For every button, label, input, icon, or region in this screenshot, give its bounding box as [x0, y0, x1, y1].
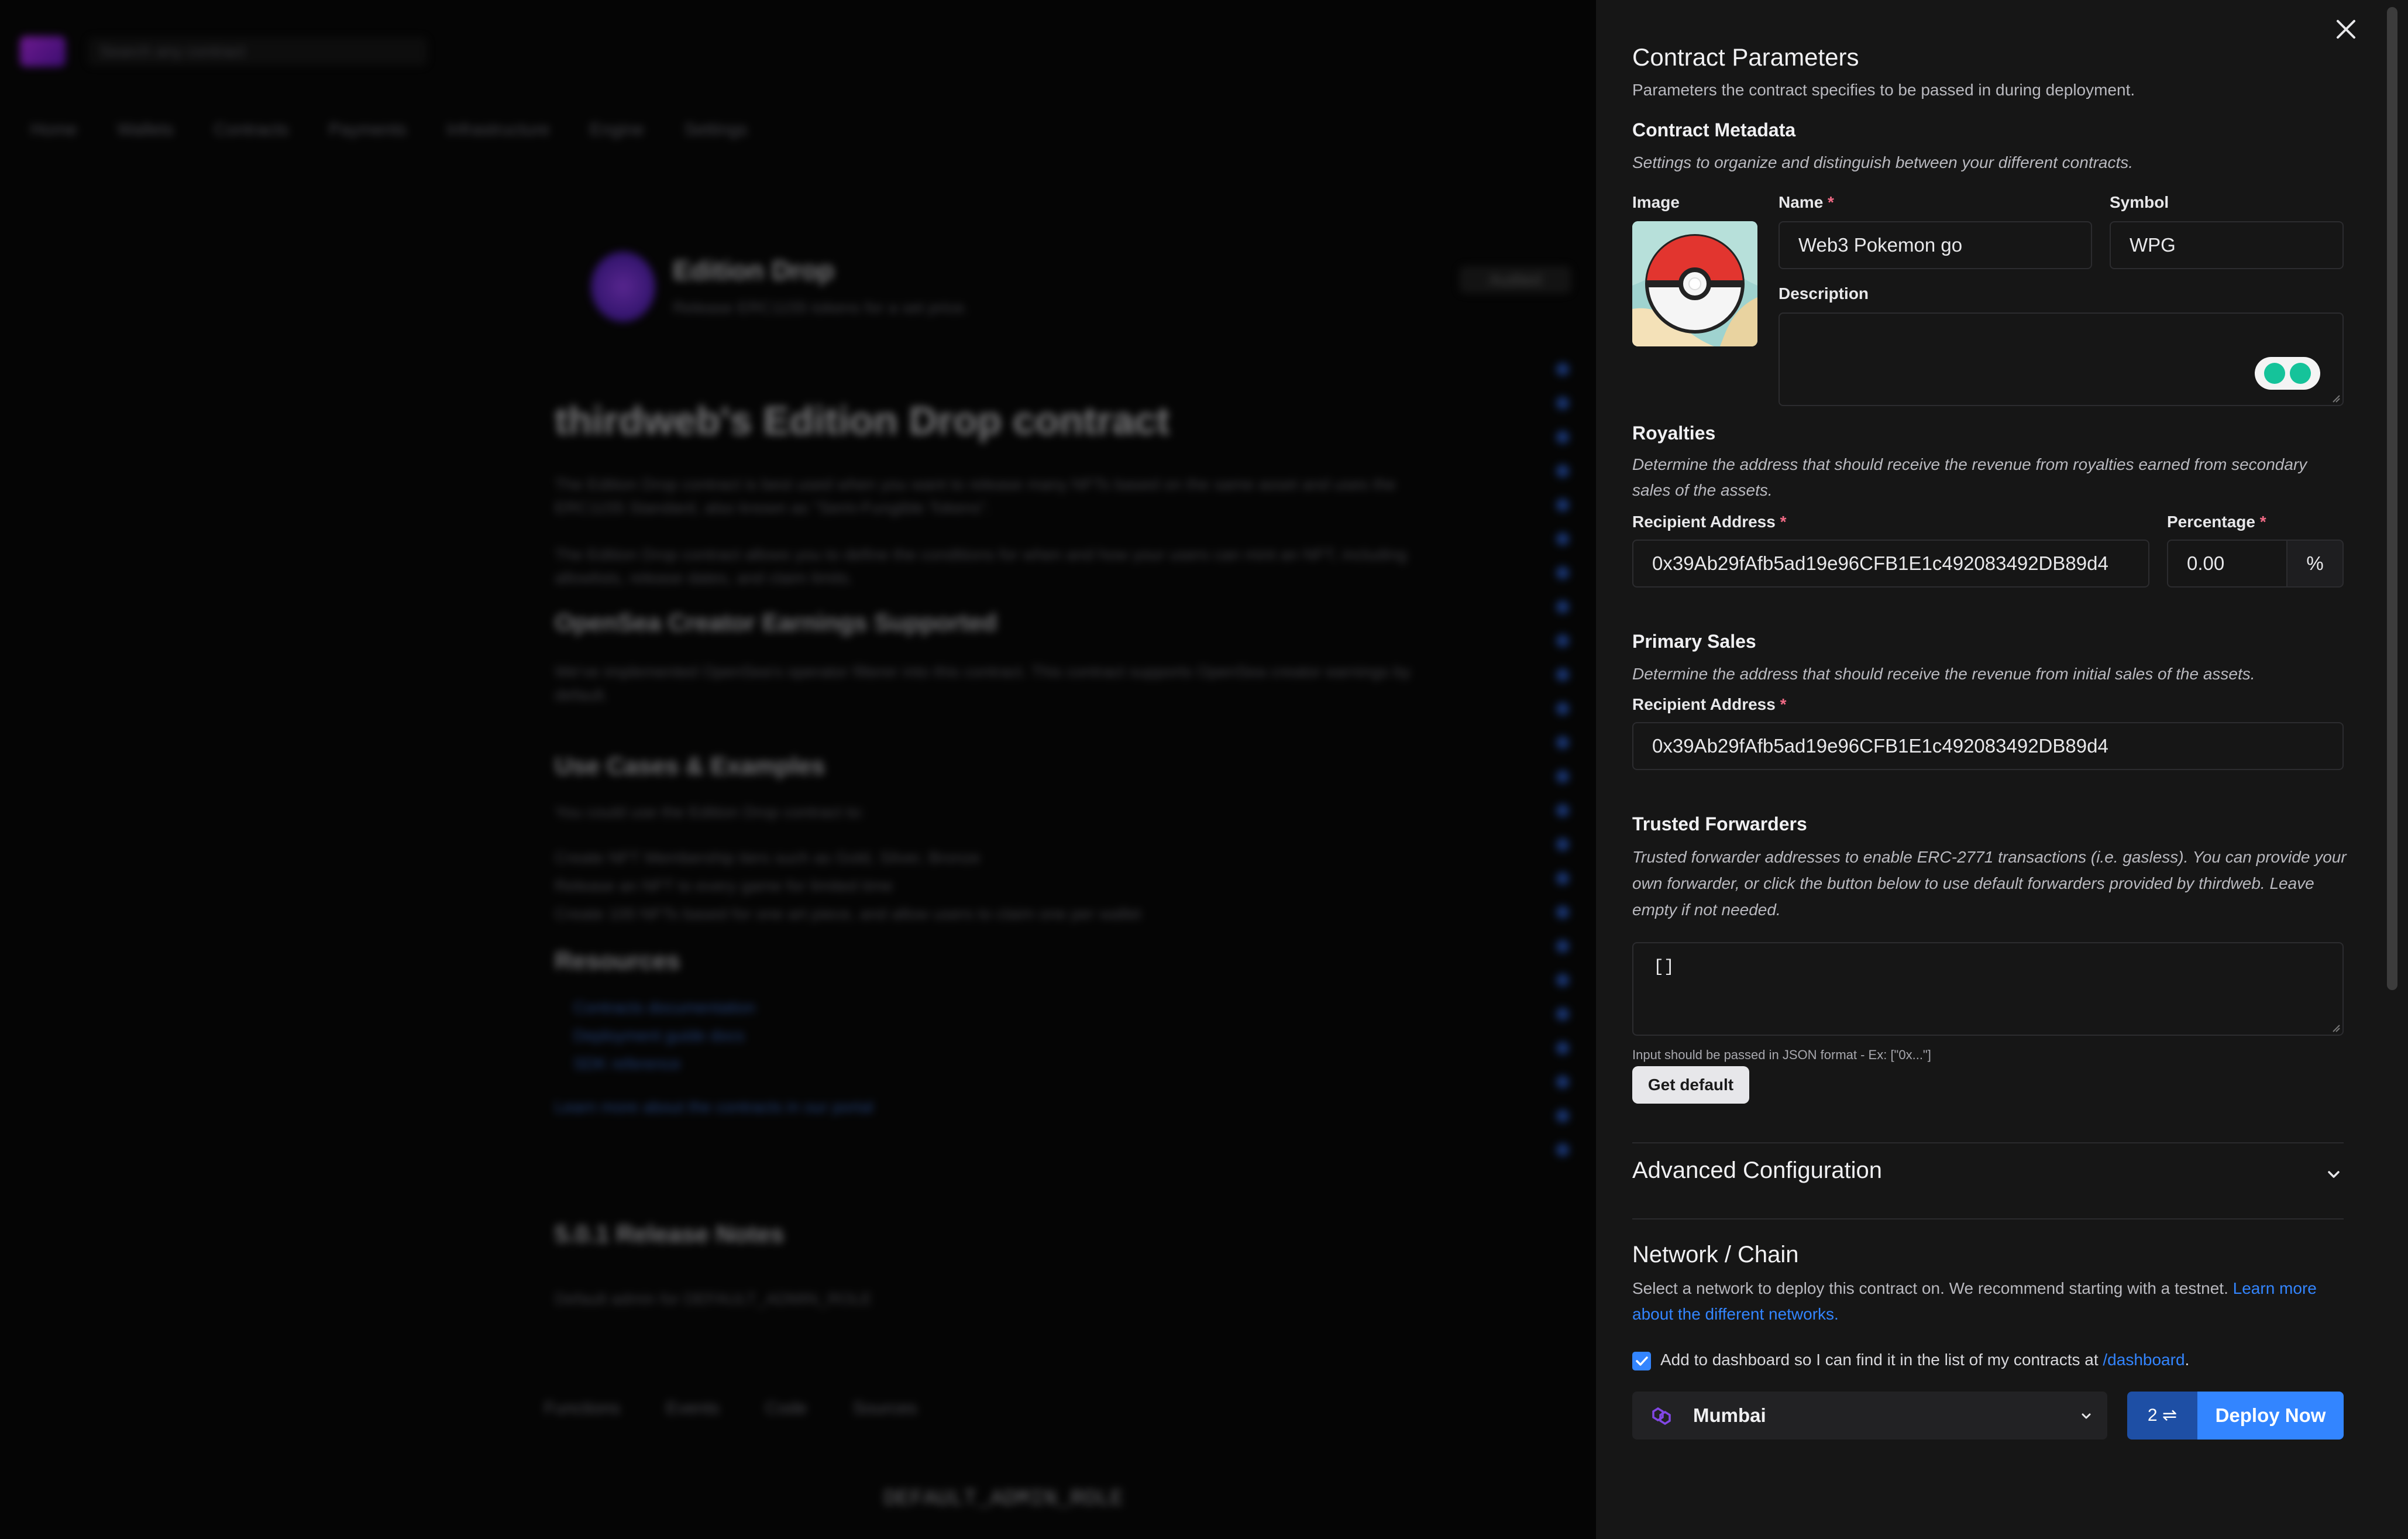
- trusted-forwarders-textarea[interactable]: []: [1632, 942, 2344, 1036]
- background-subheading: OpenSea Creator Earnings Supported: [555, 609, 997, 636]
- advanced-configuration-title: Advanced Configuration: [1632, 1157, 1882, 1183]
- grammarly-icon[interactable]: [2255, 357, 2320, 390]
- background-nav: Home Wallets Contracts Payments Infrastr…: [30, 120, 748, 140]
- metadata-title: Contract Metadata: [1632, 119, 1796, 140]
- required-asterisk: *: [2259, 513, 2266, 531]
- transaction-count-button[interactable]: 2 ⇌: [2127, 1392, 2197, 1440]
- royalties-description: Determine the address that should receiv…: [1632, 455, 2307, 499]
- background-subheading: Use Cases & Examples: [555, 752, 825, 779]
- royalty-recipient-input[interactable]: 0x39Ab29fAfb5ad19e96CFB1E1c492083492DB89…: [1632, 540, 2149, 588]
- background-paragraph: You could use the Edition Drop contract …: [555, 803, 865, 821]
- primary-sales-description: Determine the address that should receiv…: [1632, 665, 2255, 683]
- panel-title: Contract Parameters: [1632, 43, 1859, 71]
- background-page: Search any contract Home Wallets Contrac…: [0, 0, 1596, 1539]
- required-asterisk: *: [1780, 695, 1787, 713]
- background-link: Contracts documentation: [573, 998, 756, 1016]
- network-description: Select a network to deploy this contract…: [1632, 1279, 2317, 1323]
- primary-sales-title: Primary Sales: [1632, 631, 1756, 652]
- polygon-icon: [1652, 1407, 1671, 1425]
- checkbox-checked-icon[interactable]: [1632, 1352, 1651, 1370]
- trusted-forwarders-title: Trusted Forwarders: [1632, 813, 1807, 834]
- divider: [1632, 1218, 2344, 1219]
- nav-item: Payments: [328, 120, 407, 139]
- metadata-description: Settings to organize and distinguish bet…: [1632, 153, 2134, 171]
- swap-arrows-icon: ⇌: [2162, 1406, 2177, 1425]
- background-tab: Functions: [544, 1399, 621, 1418]
- grammarly-bulb-icon: [2264, 363, 2285, 384]
- chevron-down-icon: [2328, 1171, 2340, 1178]
- background-list-item: Create 100 NFTs based for one art piece,…: [555, 905, 1141, 923]
- scrollbar[interactable]: [2382, 0, 2408, 1539]
- chevron-down-icon: [2082, 1413, 2091, 1419]
- divider: [1632, 1142, 2344, 1143]
- json-format-hint: Input should be passed in JSON format - …: [1632, 1047, 1931, 1062]
- trusted-forwarders-description: Trusted forwarder addresses to enable ER…: [1632, 848, 2347, 919]
- grammarly-g-icon: [2290, 363, 2311, 384]
- get-default-button[interactable]: Get default: [1632, 1066, 1749, 1104]
- nav-item: Engine: [589, 120, 645, 139]
- background-link: Learn more about the contracts in our po…: [555, 1098, 873, 1116]
- image-label: Image: [1632, 193, 1680, 211]
- pokeball-image: [1632, 221, 1757, 346]
- nav-item: Home: [30, 120, 78, 139]
- network-select[interactable]: Mumbai: [1632, 1392, 2107, 1440]
- background-subheading: Resources: [555, 947, 680, 974]
- background-tabs: Functions Events Code Sources: [544, 1399, 917, 1418]
- name-label: Name *: [1779, 193, 1834, 211]
- network-title: Network / Chain: [1632, 1242, 1799, 1267]
- contract-subtitle: Release ERC1155 tokens for a set price.: [673, 298, 969, 317]
- selected-network: Mumbai: [1693, 1404, 1766, 1426]
- description-textarea[interactable]: [1779, 312, 2344, 406]
- background-link: SDK reference: [573, 1054, 681, 1073]
- percentage-label: Percentage *: [2167, 513, 2266, 531]
- background-subheading: 5.0.1 Release Notes: [555, 1220, 785, 1248]
- resize-handle-icon[interactable]: [2331, 1023, 2340, 1032]
- background-paragraph: Default admin for DEFAULT_ADMIN_ROLE: [555, 1290, 872, 1308]
- background-tab: Sources: [852, 1399, 917, 1418]
- nav-item: Settings: [684, 120, 748, 139]
- primary-recipient-label: Recipient Address *: [1632, 695, 1787, 713]
- required-asterisk: *: [1780, 513, 1787, 531]
- trusted-forwarders-value: []: [1653, 957, 1675, 977]
- panel-subtitle: Parameters the contract specifies to be …: [1632, 81, 2135, 99]
- resize-handle-icon[interactable]: [2331, 393, 2340, 403]
- required-asterisk: *: [1828, 193, 1834, 211]
- add-to-dashboard-label: Add to dashboard so I can find it in the…: [1660, 1351, 2190, 1369]
- close-icon[interactable]: [2332, 15, 2360, 43]
- primary-recipient-input[interactable]: 0x39Ab29fAfb5ad19e96CFB1E1c492083492DB89…: [1632, 722, 2344, 770]
- symbol-input[interactable]: WPG: [2110, 221, 2344, 269]
- percent-addon: %: [2286, 540, 2344, 588]
- dashboard-link[interactable]: /dashboard: [2103, 1351, 2185, 1369]
- advanced-configuration-toggle[interactable]: Advanced Configuration: [1632, 1147, 2344, 1217]
- background-heading: thirdweb's Edition Drop contract: [555, 399, 1170, 443]
- background-code: DEFAULT_ADMIN_ROLE: [883, 1486, 1124, 1511]
- background-paragraph: The Edition Drop contract is best used w…: [555, 475, 1396, 517]
- nav-item: Contracts: [214, 120, 289, 139]
- nav-item: Wallets: [117, 120, 174, 139]
- background-list-item: Create NFT Membership tiers such as Gold…: [555, 848, 981, 867]
- deploy-now-button[interactable]: Deploy Now: [2197, 1392, 2344, 1440]
- background-right-column: [1556, 363, 1591, 1177]
- background-tab: Events: [666, 1399, 720, 1418]
- contract-image-upload[interactable]: [1632, 221, 1757, 346]
- transaction-count: 2: [2147, 1406, 2158, 1425]
- description-label: Description: [1779, 284, 1869, 303]
- contract-icon: [591, 252, 655, 322]
- background-list-item: Release an NFT to every game for limited…: [555, 877, 893, 895]
- percentage-input[interactable]: 0.00: [2167, 540, 2287, 588]
- background-tab: Code: [765, 1399, 807, 1418]
- thirdweb-logo: [20, 36, 66, 67]
- symbol-label: Symbol: [2110, 193, 2169, 211]
- background-link: Deployment guide docs: [573, 1026, 745, 1045]
- audited-badge: Audited: [1460, 266, 1571, 293]
- nav-item: Infrastructure: [446, 120, 550, 139]
- name-input[interactable]: Web3 Pokemon go: [1779, 221, 2092, 269]
- background-paragraph: The Edition Drop contract allows you to …: [555, 545, 1407, 587]
- background-search-input: Search any contract: [88, 37, 427, 66]
- contract-title: Edition Drop: [673, 255, 834, 286]
- royalties-title: Royalties: [1632, 422, 1716, 444]
- background-paragraph: We've implemented OpenSea's operator fil…: [555, 662, 1411, 704]
- royalty-recipient-label: Recipient Address *: [1632, 513, 1787, 531]
- scrollbar-thumb[interactable]: [2387, 7, 2397, 990]
